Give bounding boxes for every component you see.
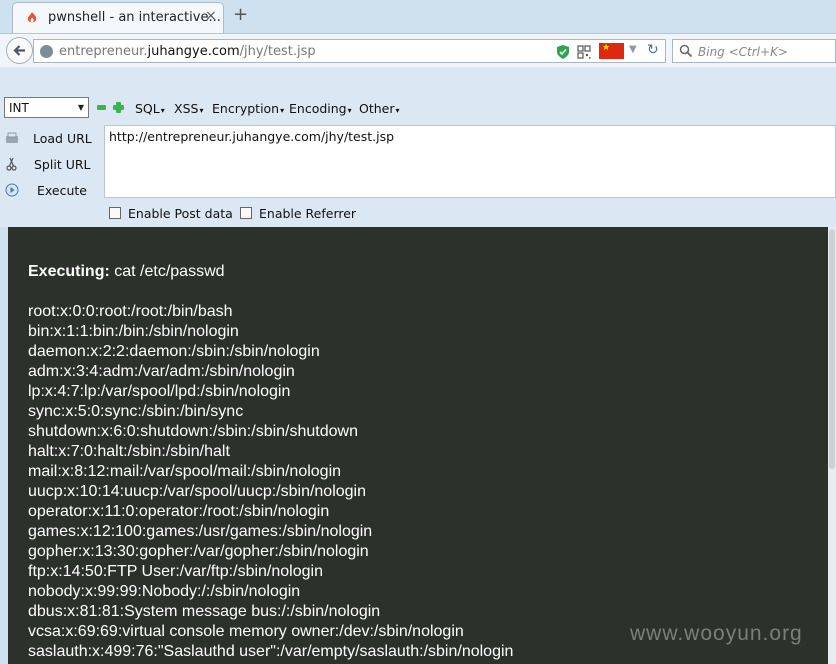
reload-icon[interactable]: ↻ [647, 42, 659, 58]
search-bar[interactable]: Bing <Ctrl+K> [672, 39, 836, 63]
scrollbar-thumb[interactable] [829, 229, 835, 469]
tab-active[interactable]: pwnshell - an interactive... × [12, 2, 224, 33]
output-line: shutdown:x:6:0:shutdown:/sbin:/sbin/shut… [28, 423, 358, 440]
output-line: operator:x:11:0:operator:/root:/sbin/nol… [28, 503, 330, 520]
output-line: nobody:x:99:99:Nobody:/:/sbin/nologin [28, 583, 301, 600]
vertical-scrollbar[interactable] [828, 227, 836, 664]
enable-referrer-label: Enable Referrer [259, 206, 357, 221]
url-textarea[interactable]: http://entrepreneur.juhangye.com/jhy/tes… [104, 125, 836, 198]
command-text: cat /etc/passwd [114, 263, 225, 280]
output-line: gopher:x:13:30:gopher:/var/gopher:/sbin/… [28, 543, 369, 560]
flame-favicon-icon [27, 12, 37, 23]
execute-label: Execute [37, 183, 87, 198]
shield-icon[interactable] [556, 44, 570, 60]
menu-xss[interactable]: XSS [174, 101, 203, 116]
menu-other[interactable]: Other [359, 101, 400, 116]
output-line: sync:x:5:0:sync:/sbin:/bin/sync [28, 403, 244, 420]
output-line: saslauth:x:499:76:"Saslauthd user":/var/… [28, 643, 514, 660]
back-button[interactable] [6, 37, 33, 64]
back-arrow-icon [13, 45, 25, 56]
new-tab-button[interactable]: + [233, 4, 248, 25]
url-textarea-value: http://entrepreneur.juhangye.com/jhy/tes… [109, 129, 395, 144]
command-output: root:x:0:0:root:/root:/bin/bash bin:x:1:1… [28, 303, 513, 663]
output-line: adm:x:3:4:adm:/var/adm:/sbin/nologin [28, 363, 295, 380]
output-line: lp:x:4:7:lp:/var/spool/lpd:/sbin/nologin [28, 383, 291, 400]
globe-icon [40, 45, 53, 58]
chevron-down-icon: ▼ [77, 103, 84, 112]
scissors-icon [6, 157, 17, 171]
output-line: root:x:0:0:root:/root:/bin/bash [28, 303, 233, 320]
executing-line: Executing: cat /etc/passwd [28, 263, 225, 281]
dropdown-arrow-icon[interactable]: ▼ [629, 44, 637, 55]
output-line: uucp:x:10:14:uucp:/var/spool/uucp:/sbin/… [28, 483, 367, 500]
load-url-label: Load URL [33, 131, 92, 146]
output-line: games:x:12:100:games:/usr/games:/sbin/no… [28, 523, 373, 540]
qr-code-icon[interactable] [577, 45, 591, 59]
output-line: ftp:x:14:50:FTP User:/var/ftp:/sbin/nolo… [28, 563, 323, 580]
output-line: mail:x:8:12:mail:/var/spool/mail:/sbin/n… [28, 463, 342, 480]
address-bar[interactable]: entrepreneur.juhangye.com/jhy/test.jsp ★… [33, 39, 666, 63]
enable-post-checkbox[interactable] [109, 207, 121, 219]
tab-strip: pwnshell - an interactive... × + [0, 0, 836, 33]
output-line: dbus:x:81:81:System message bus:/:/sbin/… [28, 603, 381, 620]
search-placeholder: Bing <Ctrl+K> [698, 45, 788, 59]
play-icon [5, 183, 19, 197]
enable-post-label: Enable Post data [128, 206, 233, 221]
split-url-label: Split URL [34, 157, 91, 172]
china-flag-icon[interactable]: ★ [599, 43, 624, 59]
output-line: daemon:x:2:2:daemon:/sbin:/sbin/nologin [28, 343, 320, 360]
watermark: www.wooyun.org [630, 622, 803, 645]
split-url-button[interactable]: Split URL [0, 153, 100, 177]
load-url-icon [6, 132, 18, 143]
menu-sql[interactable]: SQL [135, 101, 165, 116]
output-line: vcsa:x:69:69:virtual console memory owne… [28, 623, 464, 640]
load-url-button[interactable]: Load URL [0, 127, 100, 151]
search-icon [679, 44, 693, 58]
decrease-icon[interactable] [97, 105, 106, 110]
menu-encryption[interactable]: Encryption [212, 101, 284, 116]
page-content: Executing: cat /etc/passwd root:x:0:0:ro… [8, 227, 828, 664]
increase-icon[interactable] [113, 102, 124, 113]
toolbar-spacer [0, 67, 836, 93]
hackbar-panel: INT ▼ SQL XSS Encryption Encoding Other … [0, 93, 836, 227]
executing-label: Executing: [28, 263, 110, 280]
tab-title: pwnshell - an interactive... [48, 10, 221, 25]
tab-close-icon[interactable]: × [205, 8, 217, 24]
navigation-bar: entrepreneur.juhangye.com/jhy/test.jsp ★… [0, 33, 836, 68]
type-select[interactable]: INT ▼ [4, 97, 89, 118]
type-select-value: INT [9, 101, 29, 115]
enable-referrer-checkbox[interactable] [240, 207, 252, 219]
output-line: bin:x:1:1:bin:/bin:/sbin/nologin [28, 323, 239, 340]
menu-encoding[interactable]: Encoding [289, 101, 352, 116]
address-text: entrepreneur.juhangye.com/jhy/test.jsp [59, 44, 316, 59]
output-line: halt:x:7:0:halt:/sbin:/sbin/halt [28, 443, 230, 460]
execute-button[interactable]: Execute [0, 179, 100, 203]
